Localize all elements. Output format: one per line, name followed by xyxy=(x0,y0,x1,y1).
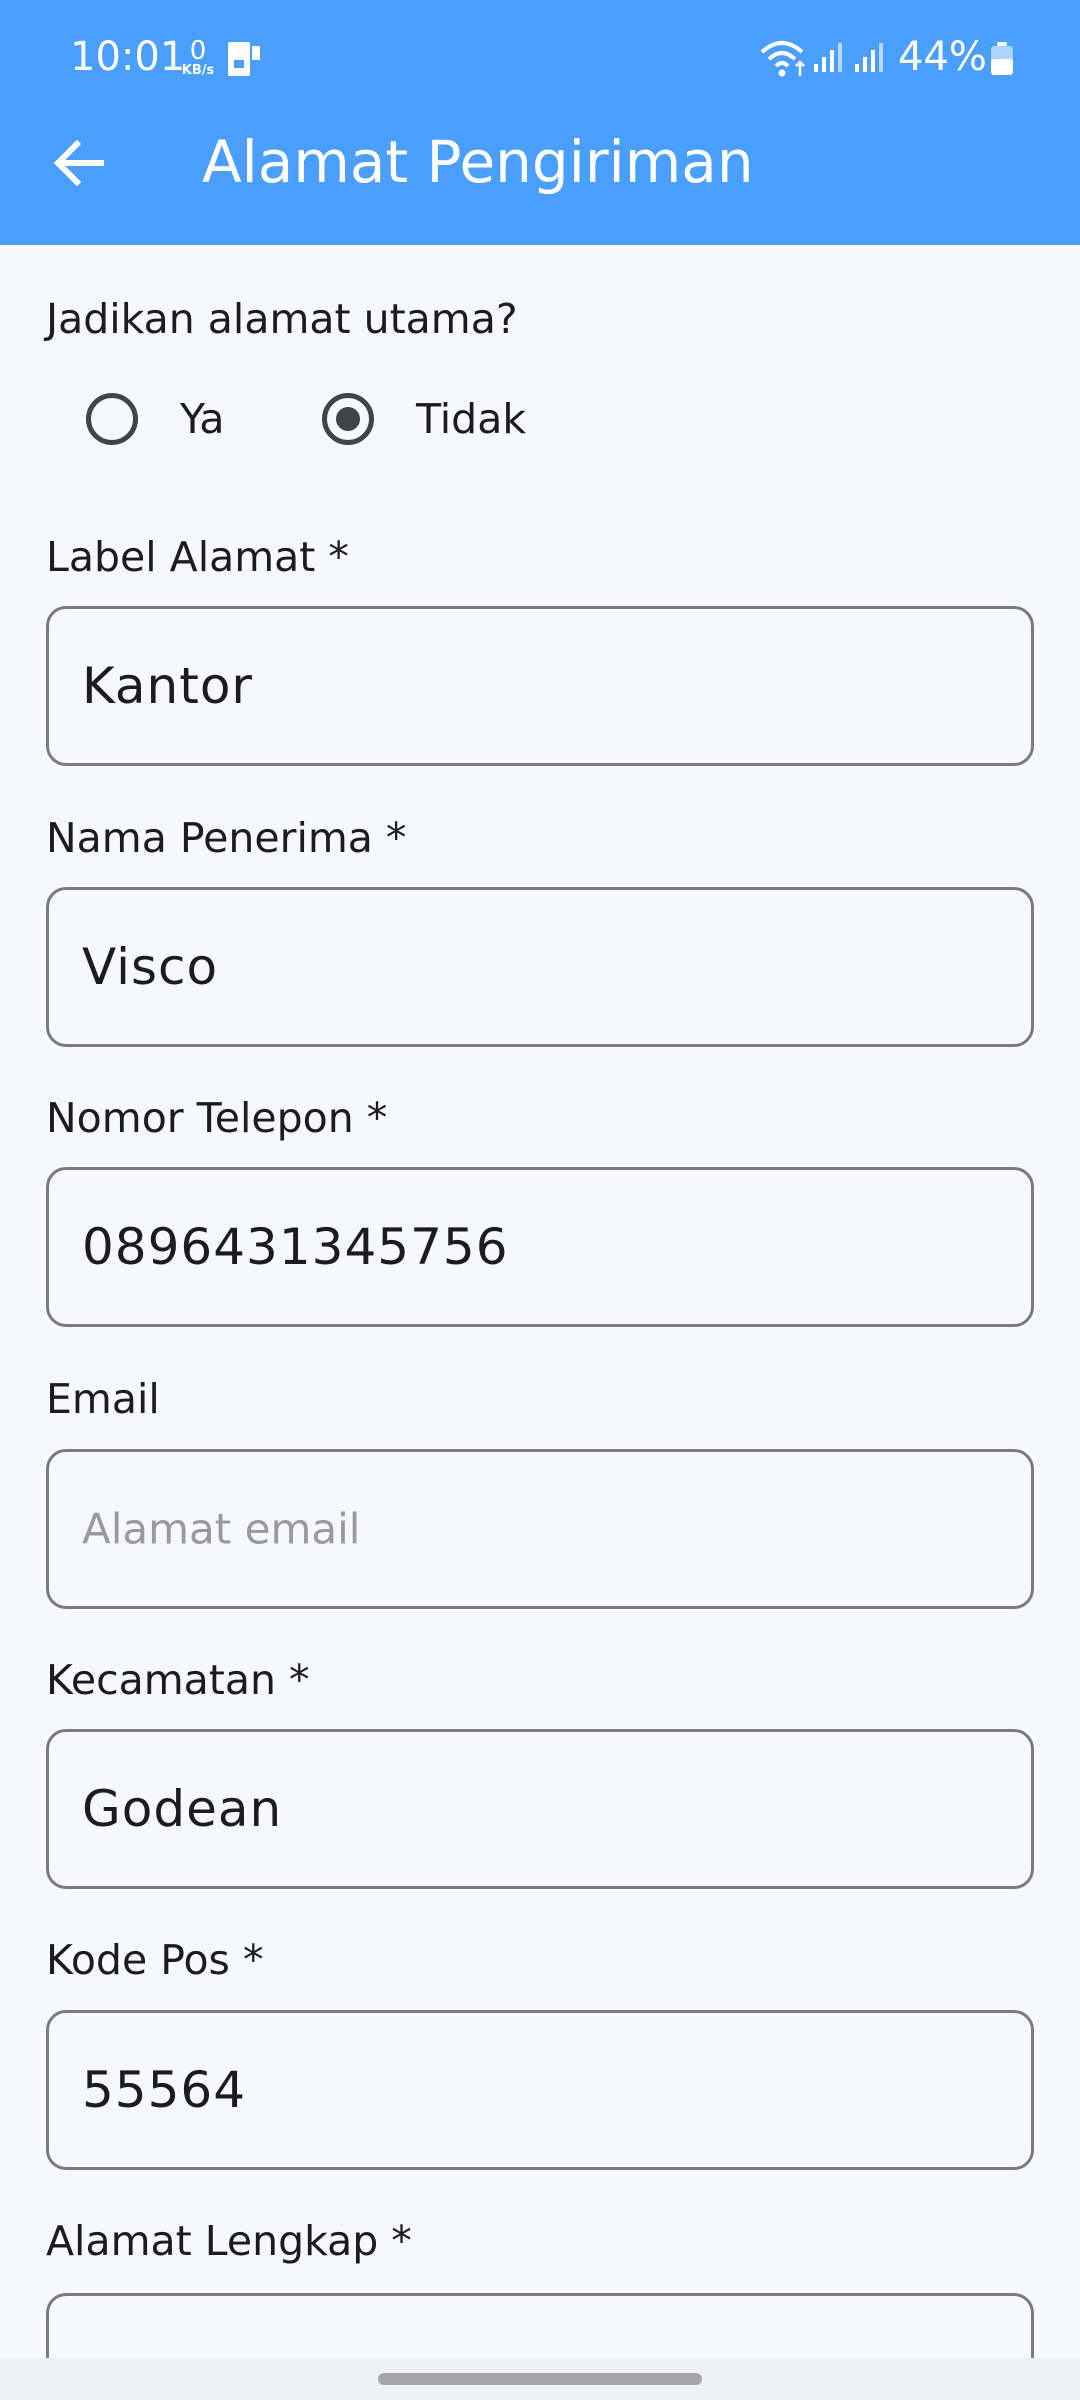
back-button[interactable] xyxy=(48,132,110,194)
postal-code-input[interactable]: 55564 xyxy=(46,2010,1034,2170)
signal-strength-icon-2 xyxy=(855,43,883,72)
email-input[interactable]: Alamat email xyxy=(46,1449,1034,1609)
address-label-value: Kantor xyxy=(82,657,253,715)
phone-number-value: 0896431345756 xyxy=(82,1218,509,1276)
district-input[interactable]: Godean xyxy=(46,1729,1034,1889)
net-speed-indicator: 0 KB/s xyxy=(178,38,218,77)
full-address-input[interactable] xyxy=(46,2293,1034,2358)
home-indicator[interactable] xyxy=(378,2373,702,2385)
status-time: 10:01 xyxy=(70,34,186,80)
app-bar: 10:01 0 KB/s 44% Alamat Pengiriman xyxy=(0,0,1080,245)
phone-number-label: Nomor Telepon * xyxy=(46,1094,388,1142)
email-label: Email xyxy=(46,1375,160,1423)
district-value: Godean xyxy=(82,1780,283,1838)
battery-icon xyxy=(991,42,1013,75)
recipient-name-value: Visco xyxy=(82,938,219,996)
postal-code-label: Kode Pos * xyxy=(46,1936,264,1984)
address-label-input[interactable]: Kantor xyxy=(46,606,1034,766)
address-label-label: Label Alamat * xyxy=(46,533,349,581)
radio-tidak[interactable] xyxy=(322,393,374,445)
phone-number-input[interactable]: 0896431345756 xyxy=(46,1167,1034,1327)
page-title: Alamat Pengiriman xyxy=(202,128,754,196)
net-speed-unit: KB/s xyxy=(181,63,215,78)
battery-percentage: 44% xyxy=(898,34,987,80)
arrow-left-icon xyxy=(53,140,104,186)
recipient-name-label: Nama Penerima * xyxy=(46,814,407,862)
wifi-icon xyxy=(760,41,805,77)
net-speed-value: 0 xyxy=(189,36,207,66)
recipient-name-input[interactable]: Visco xyxy=(46,887,1034,1047)
primary-address-question: Jadikan alamat utama? xyxy=(46,295,518,343)
status-bar: 10:01 0 KB/s 44% xyxy=(0,0,1080,120)
sim-card-icon xyxy=(228,42,260,76)
postal-code-value: 55564 xyxy=(82,2061,247,2119)
email-placeholder: Alamat email xyxy=(82,1504,361,1554)
radio-ya-label[interactable]: Ya xyxy=(180,395,225,443)
district-label: Kecamatan * xyxy=(46,1656,310,1704)
full-address-label: Alamat Lengkap * xyxy=(46,2217,412,2265)
radio-tidak-label[interactable]: Tidak xyxy=(416,395,526,443)
radio-ya[interactable] xyxy=(86,393,138,445)
signal-strength-icon xyxy=(814,43,842,72)
